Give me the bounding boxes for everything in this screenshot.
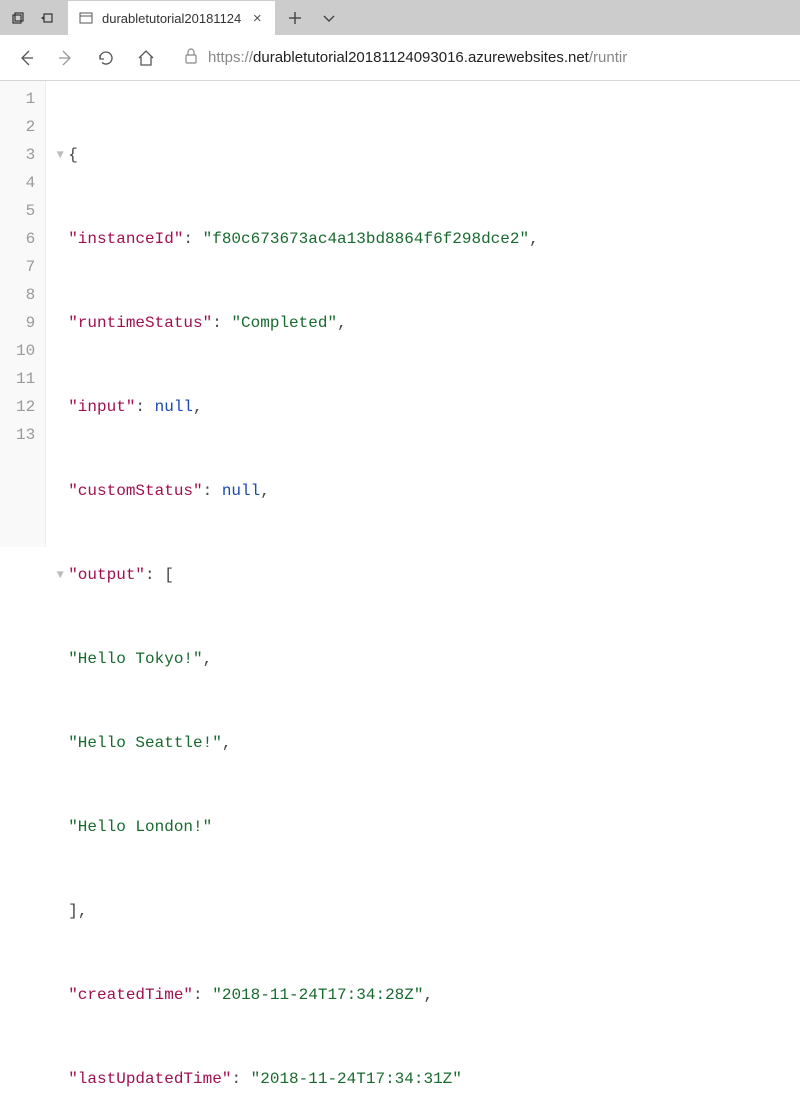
line-number: 3 (16, 141, 35, 169)
home-button[interactable] (128, 40, 164, 76)
line-number: 5 (16, 197, 35, 225)
line-number: 1 (16, 85, 35, 113)
line-number: 13 (16, 421, 35, 449)
json-string: "2018-11-24T17:34:28Z" (212, 981, 423, 1009)
forward-button[interactable] (48, 40, 84, 76)
json-key: "output" (68, 561, 145, 589)
json-key: "customStatus" (68, 477, 202, 505)
line-number: 2 (16, 113, 35, 141)
json-string: "Completed" (231, 309, 337, 337)
tab-title: durabletutorial20181124 (102, 11, 241, 26)
line-gutter: 1 2 3 4 5 6 7 8 9 10 11 12 13 (0, 81, 46, 547)
titlebar: durabletutorial20181124 × (0, 0, 800, 35)
line-number: 6 (16, 225, 35, 253)
line-number: 7 (16, 253, 35, 281)
refresh-button[interactable] (88, 40, 124, 76)
json-body[interactable]: ▼ { "instanceId": "f80c673673ac4a13bd886… (46, 81, 538, 547)
tab-menu-icon[interactable] (315, 4, 343, 32)
set-aside-icon[interactable] (34, 4, 62, 32)
fold-icon[interactable]: ▼ (52, 561, 68, 589)
line-number: 10 (16, 337, 35, 365)
nav-toolbar: https://durabletutorial20181124093016.az… (0, 35, 800, 81)
back-button[interactable] (8, 40, 44, 76)
json-viewer: 1 2 3 4 5 6 7 8 9 10 11 12 13 ▼ { "insta… (0, 81, 800, 547)
json-string: "Hello Seattle!" (68, 729, 222, 757)
line-number: 11 (16, 365, 35, 393)
browser-tab[interactable]: durabletutorial20181124 × (68, 0, 275, 35)
fold-icon[interactable]: ▼ (52, 141, 68, 169)
address-bar[interactable]: https://durabletutorial20181124093016.az… (178, 42, 792, 74)
tab-actions-icon[interactable] (4, 4, 32, 32)
json-null: null (222, 477, 260, 505)
json-key: "createdTime" (68, 981, 193, 1009)
json-key: "runtimeStatus" (68, 309, 212, 337)
json-key: "input" (68, 393, 135, 421)
window-controls (0, 0, 66, 35)
close-icon[interactable]: × (249, 10, 265, 27)
json-string: "Hello London!" (68, 813, 212, 841)
line-number: 8 (16, 281, 35, 309)
json-string: "Hello Tokyo!" (68, 645, 202, 673)
line-number: 12 (16, 393, 35, 421)
json-string: "2018-11-24T17:34:31Z" (251, 1065, 462, 1093)
url-text: https://durabletutorial20181124093016.az… (208, 49, 627, 66)
json-key: "lastUpdatedTime" (68, 1065, 231, 1093)
tab-strip-buttons (275, 0, 349, 35)
json-null: null (155, 393, 193, 421)
line-number: 4 (16, 169, 35, 197)
line-number: 9 (16, 309, 35, 337)
json-string: "f80c673673ac4a13bd8864f6f298dce2" (203, 225, 529, 253)
json-key: "instanceId" (68, 225, 183, 253)
lock-icon (184, 48, 198, 67)
favicon-icon (78, 10, 94, 26)
new-tab-icon[interactable] (281, 4, 309, 32)
